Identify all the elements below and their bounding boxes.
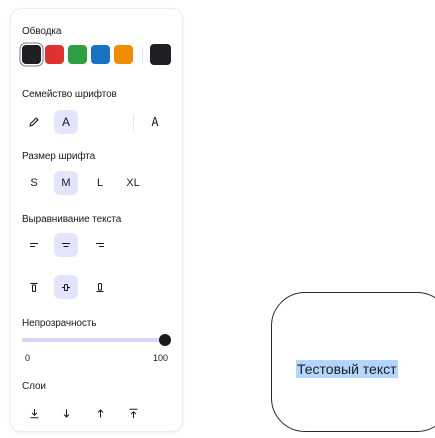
align-right-icon: [95, 240, 105, 250]
font-family-normal-button[interactable]: A: [54, 110, 78, 134]
swatch-divider: [142, 47, 143, 63]
opacity-max-value: 100: [153, 353, 169, 363]
layers-label: Слои: [22, 381, 46, 392]
opacity-slider-thumb[interactable]: [159, 334, 171, 346]
align-middle-icon: [61, 282, 71, 293]
valign-bottom-button[interactable]: [88, 275, 112, 299]
stroke-color-blue[interactable]: [91, 45, 110, 64]
stroke-color-green[interactable]: [68, 45, 87, 64]
opacity-min-value: 0: [25, 353, 31, 363]
stroke-current-color[interactable]: [150, 44, 171, 65]
font-family-code-button[interactable]: A: [143, 110, 167, 134]
opacity-label: Непрозрачность: [22, 318, 97, 329]
pencil-icon: [28, 116, 40, 128]
font-size-l-button[interactable]: L: [88, 171, 112, 195]
align-top-icon: [29, 282, 39, 293]
align-left-button[interactable]: [22, 233, 46, 257]
stroke-color-red[interactable]: [45, 45, 64, 64]
bring-forward-icon: [95, 408, 106, 419]
font-size-xl-button[interactable]: XL: [121, 171, 145, 195]
font-family-label: Семейство шрифтов: [22, 89, 117, 100]
letter-a-normal-icon: A: [61, 115, 70, 129]
text-align-label: Выравнивание текста: [22, 214, 122, 225]
canvas-text-editor[interactable]: Тестовый текст: [296, 360, 398, 378]
bring-to-front-button[interactable]: [121, 401, 145, 425]
properties-panel: Обводка Семейство шрифтов A A Размер шри…: [11, 9, 182, 431]
send-backward-button[interactable]: [54, 401, 78, 425]
send-to-back-icon: [29, 408, 40, 419]
stroke-color-orange[interactable]: [114, 45, 133, 64]
send-backward-icon: [61, 408, 72, 419]
letter-a-code-icon: A: [151, 115, 159, 129]
font-family-hand-drawn-button[interactable]: [22, 110, 46, 134]
align-left-icon: [29, 240, 39, 250]
bring-to-front-icon: [128, 408, 139, 419]
opacity-slider-track[interactable]: [22, 338, 165, 342]
font-size-label: Размер шрифта: [22, 151, 96, 162]
bring-forward-button[interactable]: [88, 401, 112, 425]
align-bottom-icon: [95, 282, 105, 293]
align-right-button[interactable]: [88, 233, 112, 257]
font-size-s-button[interactable]: S: [22, 171, 46, 195]
align-center-icon: [61, 240, 71, 250]
stroke-swatches: [21, 44, 173, 67]
valign-middle-button[interactable]: [54, 275, 78, 299]
send-to-back-button[interactable]: [22, 401, 46, 425]
align-center-button[interactable]: [54, 233, 78, 257]
font-family-divider: [133, 114, 134, 130]
font-size-m-button[interactable]: M: [54, 171, 78, 195]
valign-top-button[interactable]: [22, 275, 46, 299]
stroke-label: Обводка: [22, 26, 62, 37]
stroke-color-black[interactable]: [22, 45, 41, 64]
